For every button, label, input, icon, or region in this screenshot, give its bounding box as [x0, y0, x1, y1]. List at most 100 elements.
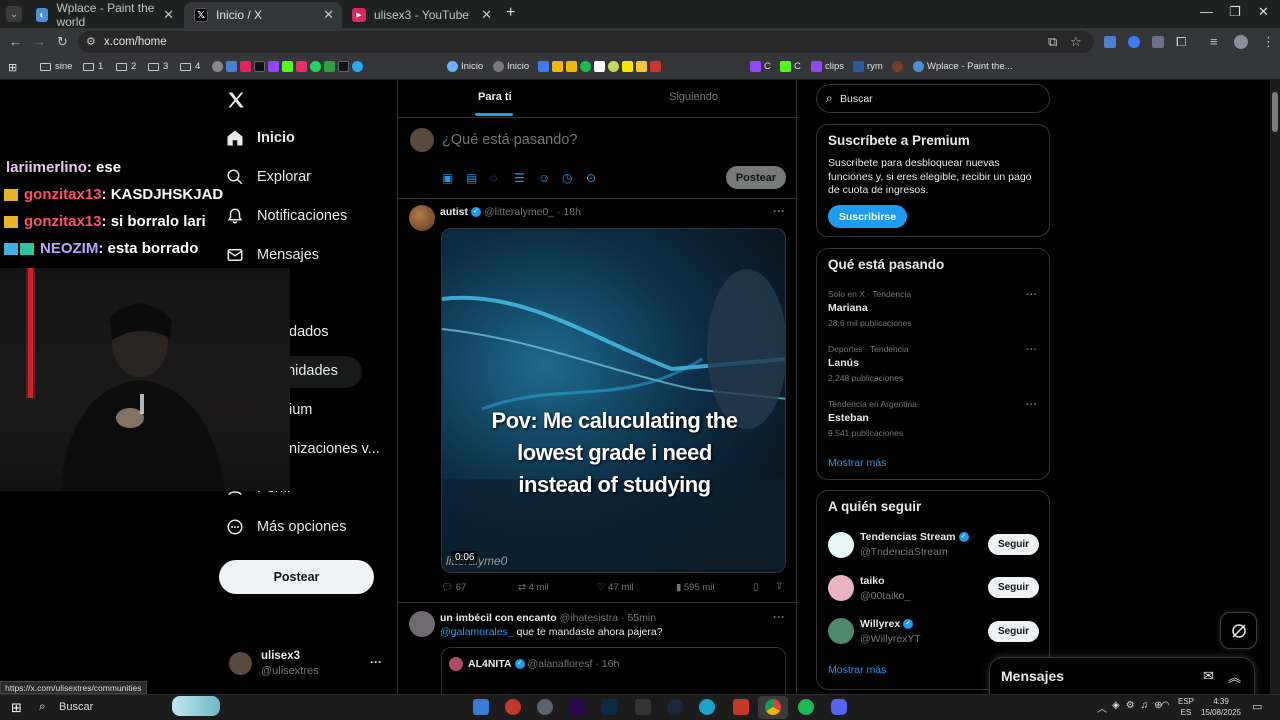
follow-button[interactable]: Seguir [988, 621, 1039, 642]
grok-icon[interactable]: ◌ [490, 171, 497, 185]
p-extension-icon[interactable] [1152, 36, 1164, 48]
bookmark-folder-4[interactable]: 4 [180, 61, 200, 72]
taskbar-app-icon[interactable] [505, 699, 521, 715]
quoted-tweet[interactable]: AL4NITA ✓ @alanafloresf · 16h [441, 647, 786, 694]
tweet-more-icon[interactable]: ··· [773, 610, 785, 624]
translate-extension-icon[interactable] [1104, 36, 1116, 48]
menu-icon[interactable]: ⋮ [1262, 34, 1275, 50]
schedule-icon[interactable]: ◷ [562, 171, 572, 185]
keyboard-language[interactable]: ESP ES [1178, 696, 1194, 718]
profile-avatar[interactable] [1234, 35, 1248, 49]
bookmark-clips[interactable]: clips [811, 61, 844, 72]
windows-start-icon[interactable]: ⊞ [11, 700, 22, 716]
nav-item-premium[interactable]: ium [289, 402, 312, 418]
follow-show-more[interactable]: Mostrar más [828, 664, 886, 676]
tweet-author-name[interactable]: un imbécil con encanto [440, 612, 557, 624]
cast-icon[interactable]: ⧉ [1048, 34, 1057, 50]
reading-list-icon[interactable]: ≡ [1210, 34, 1218, 49]
nav-item-guardados[interactable]: dados [289, 324, 329, 340]
tweet-avatar[interactable] [409, 205, 435, 231]
subscribe-button[interactable]: Suscribirse [828, 205, 907, 228]
post-button[interactable]: Postear [219, 560, 374, 594]
steam-icon[interactable] [667, 699, 683, 715]
retweet-button[interactable]: ⇄ 4 mil [518, 582, 549, 593]
like-button[interactable]: ♡ 47 mil [597, 582, 634, 593]
restore-icon[interactable]: ❐ [1229, 4, 1241, 20]
apps-icon[interactable]: ⊞ [8, 61, 17, 74]
back-icon[interactable]: ← [9, 34, 22, 49]
tab-wplace[interactable]: ◐ Wplace - Paint the world ✕ [26, 1, 182, 29]
tray-chevron-icon[interactable]: ︿ [1097, 700, 1107, 715]
nav-item-organizaciones[interactable]: nizaciones v... [289, 441, 380, 457]
grok-float-button[interactable] [1220, 612, 1257, 649]
more-dots-icon[interactable]: ··· [370, 655, 382, 669]
tweet-author-handle[interactable]: @litteralyme0_ [484, 206, 554, 218]
page-scrollbar-thumb[interactable] [1272, 92, 1278, 132]
chrome-icon[interactable] [765, 699, 781, 715]
chevron-up-icon[interactable]: ︽ [1228, 667, 1241, 686]
emoji-icon[interactable]: ☺ [538, 171, 550, 185]
tweet-author-handle[interactable]: @ihatesistra [560, 612, 619, 624]
x-logo-icon[interactable] [226, 90, 246, 110]
page-scrollbar-track[interactable] [1270, 80, 1280, 694]
bookmark-folder-3[interactable]: 3 [148, 61, 168, 72]
tweet-time[interactable]: · 18h [557, 206, 581, 218]
notification-icon[interactable]: ▭ [1252, 700, 1262, 713]
follow-button[interactable]: Seguir [988, 577, 1039, 598]
tweet-time[interactable]: · 55min [621, 612, 656, 624]
trends-show-more[interactable]: Mostrar más [828, 457, 886, 469]
bookmark-folder-1[interactable]: 1 [83, 61, 103, 72]
bookmark-icons-row-1[interactable] [212, 61, 366, 72]
bookmark-inicio-2[interactable]: Inicio [493, 61, 529, 72]
new-tab-button[interactable]: + [506, 4, 515, 22]
premiere-icon[interactable] [569, 699, 585, 715]
compose-post-button[interactable]: Postear [726, 166, 786, 189]
tweet-more-icon[interactable]: ··· [773, 204, 785, 218]
poll-icon[interactable]: ☰ [514, 171, 525, 185]
follow-button[interactable]: Seguir [988, 534, 1039, 555]
address-bar[interactable] [78, 31, 1094, 53]
edge-icon[interactable] [699, 699, 715, 715]
photoshop-icon[interactable] [601, 699, 617, 715]
tab-para-ti[interactable]: Para ti [398, 80, 598, 116]
bookmark-c-2[interactable]: C [780, 61, 801, 72]
bookmark-wplace[interactable]: Wplace - Paint the... [913, 61, 1013, 72]
reload-icon[interactable]: ↻ [57, 34, 68, 50]
extension-icon[interactable] [1128, 36, 1140, 48]
puzzle-icon[interactable]: ⧠ [1176, 34, 1186, 50]
mention-link[interactable]: @galamorales_ [440, 626, 514, 638]
bookmark-folder-2[interactable]: 2 [116, 61, 136, 72]
close-tab-icon[interactable]: ✕ [323, 7, 334, 23]
tweet-avatar[interactable] [409, 611, 435, 637]
close-window-icon[interactable]: ✕ [1258, 4, 1269, 20]
search-input[interactable]: ⌕ Buscar [816, 84, 1050, 113]
bookmark-c-1[interactable]: C [750, 61, 771, 72]
bookmark-inicio-1[interactable]: Inicio [447, 61, 483, 72]
location-icon[interactable]: ⊙ [586, 171, 596, 185]
forward-icon[interactable]: → [33, 34, 46, 49]
trend-more-icon[interactable]: ··· [1026, 399, 1037, 411]
tab-search-button[interactable]: ⌄ [6, 6, 22, 22]
bookmark-folder-sine[interactable]: sine [40, 61, 72, 72]
taskbar-app-icon[interactable] [537, 699, 553, 715]
url-text[interactable]: x.com/home [104, 36, 167, 48]
reply-button[interactable]: 💬︎ 67 [441, 582, 466, 593]
bookmark-icon[interactable]: ▯ [753, 582, 759, 593]
tab-youtube[interactable]: ▶ ulisex3 - YouTube ✕ [342, 2, 500, 28]
messages-drawer[interactable]: Mensajes ✉ ︽ [989, 657, 1255, 694]
close-tab-icon[interactable]: ✕ [481, 7, 492, 23]
bookmark-rym[interactable]: rym [853, 61, 883, 72]
minimize-icon[interactable]: — [1200, 4, 1213, 19]
taskbar-app-icon[interactable] [733, 699, 749, 715]
tweet-author-name[interactable]: autist [440, 206, 468, 218]
compose-input[interactable]: ¿Qué está pasando? [442, 132, 577, 148]
trend-more-icon[interactable]: ··· [1026, 289, 1037, 301]
close-tab-icon[interactable]: ✕ [163, 7, 174, 23]
new-message-icon[interactable]: ✉ [1203, 668, 1214, 684]
tab-siguiendo[interactable]: Siguiendo [669, 91, 718, 103]
bookmark-misc[interactable] [892, 61, 906, 72]
trend-more-icon[interactable]: ··· [1026, 344, 1037, 356]
spotify-icon[interactable] [798, 699, 814, 715]
site-info-icon[interactable]: ⚙ [86, 35, 96, 48]
tweet-video[interactable]: Pov: Me caluculating the lowest grade i … [441, 228, 786, 573]
